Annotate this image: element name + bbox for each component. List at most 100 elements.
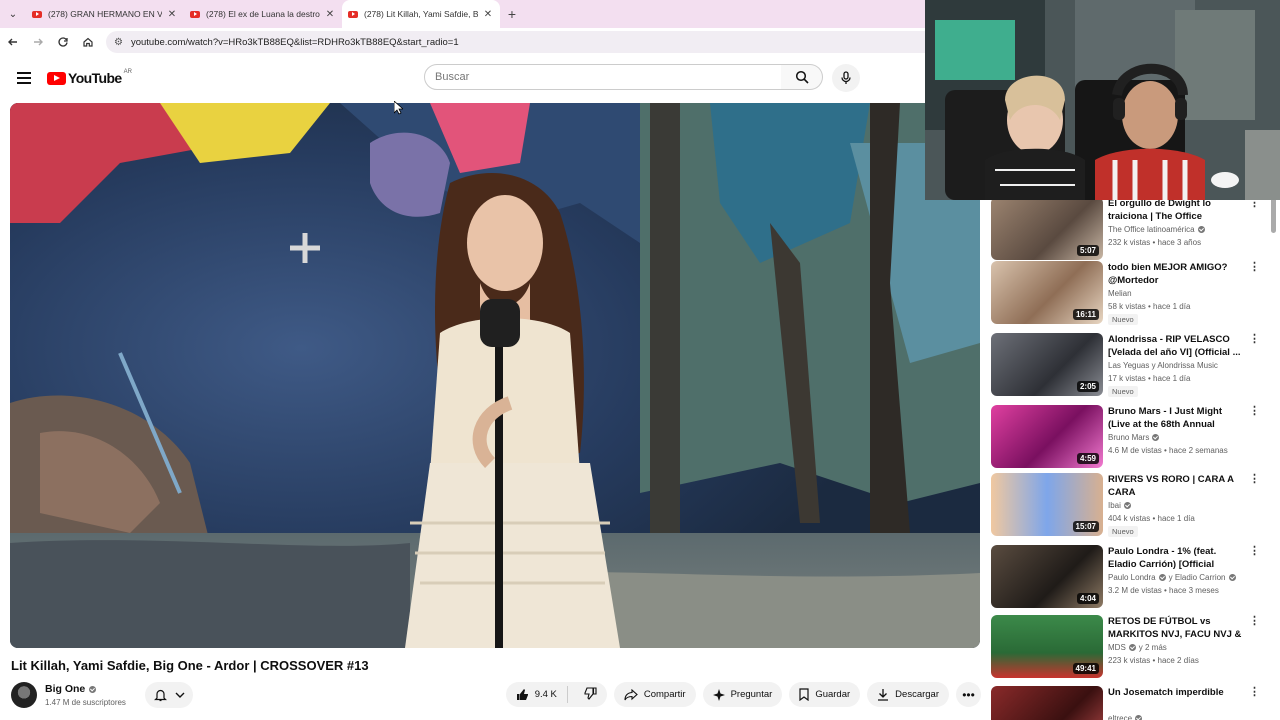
browser-tab[interactable]: (278) GRAN HERMANO EN VIVO ✕ bbox=[26, 0, 184, 28]
recommendation-title[interactable]: Paulo Londra - 1% (feat. Eladio Carrión)… bbox=[1108, 545, 1244, 571]
recommendation-item[interactable]: 16:11 todo bien MEJOR AMIGO? @Mortedor M… bbox=[991, 261, 1261, 327]
recommendation-meta: 223 k vistas • hace 2 días bbox=[1108, 656, 1199, 665]
channel-avatar[interactable] bbox=[11, 682, 37, 708]
recommendation-title[interactable]: El orgullo de Dwight lo traiciona | The … bbox=[1108, 197, 1244, 223]
video-duration: 4:04 bbox=[1076, 593, 1099, 604]
close-tab-icon[interactable]: ✕ bbox=[324, 9, 336, 20]
recommendation-item[interactable]: Un Josematch imperdible eltrece ⋮ bbox=[991, 686, 1261, 720]
channel-name[interactable]: Big One bbox=[45, 683, 85, 695]
recommendations-sidebar: 5:07 El orgullo de Dwight lo traiciona |… bbox=[991, 197, 1261, 720]
new-tab-icon[interactable]: + bbox=[500, 6, 524, 22]
more-vertical-icon[interactable]: ⋮ bbox=[1249, 545, 1260, 557]
youtube-logo[interactable]: YouTube AR bbox=[47, 69, 132, 86]
video-thumbnail[interactable]: 5:07 bbox=[991, 197, 1103, 260]
recommendation-item[interactable]: 5:07 El orgullo de Dwight lo traiciona |… bbox=[991, 197, 1261, 263]
recommendation-channel[interactable]: Las Yeguas y Alondrissa Music bbox=[1108, 361, 1218, 370]
tab-title: (278) GRAN HERMANO EN VIVO bbox=[48, 9, 162, 19]
more-horizontal-icon: ••• bbox=[962, 687, 975, 702]
video-duration: 15:07 bbox=[1072, 521, 1099, 532]
sidebar-scrollbar[interactable] bbox=[1271, 197, 1276, 233]
channel-row: Big One 1.47 M de suscriptores 9.4 K Com… bbox=[11, 680, 981, 710]
video-thumbnail[interactable]: 2:05 bbox=[991, 333, 1103, 396]
share-button[interactable]: Compartir bbox=[613, 682, 696, 707]
recommendation-item[interactable]: 2:05 Alondrissa - RIP VELASCO [Velada de… bbox=[991, 333, 1261, 399]
recommendation-channel[interactable]: MDS bbox=[1108, 643, 1126, 652]
recommendation-channel-group: MDS y 2 más bbox=[1108, 643, 1167, 652]
recommendation-title[interactable]: RETOS DE FÚTBOL vs MARKITOS NVJ, FACU NV… bbox=[1108, 615, 1244, 641]
recommendation-title[interactable]: Un Josematch imperdible bbox=[1108, 686, 1244, 699]
back-icon[interactable] bbox=[1, 30, 25, 54]
home-icon[interactable] bbox=[76, 30, 100, 54]
video-thumbnail[interactable]: 16:11 bbox=[991, 261, 1103, 324]
recommendation-meta: 3.2 M de vistas • hace 3 meses bbox=[1108, 586, 1219, 595]
video-title: Lit Killah, Yami Safdie, Big One - Ardor… bbox=[11, 658, 369, 673]
download-label: Descargar bbox=[895, 689, 939, 700]
voice-search-button[interactable] bbox=[832, 64, 860, 92]
more-vertical-icon[interactable]: ⋮ bbox=[1249, 405, 1260, 417]
recommendation-channel-group: Ibai bbox=[1108, 501, 1131, 510]
save-button[interactable]: Guardar bbox=[789, 682, 861, 707]
url-text: youtube.com/watch?v=HRo3kTB88EQ&list=RDH… bbox=[130, 36, 459, 48]
recommendation-meta: 17 k vistas • hace 1 día bbox=[1108, 374, 1191, 383]
more-vertical-icon[interactable]: ⋮ bbox=[1249, 473, 1260, 485]
video-duration: 49:41 bbox=[1072, 663, 1099, 674]
close-tab-icon[interactable]: ✕ bbox=[166, 9, 178, 20]
more-vertical-icon[interactable]: ⋮ bbox=[1249, 686, 1260, 698]
recommendation-channel[interactable]: Bruno Mars bbox=[1108, 433, 1149, 442]
verified-icon bbox=[1228, 574, 1236, 581]
ask-button[interactable]: Preguntar bbox=[702, 682, 783, 707]
video-thumbnail[interactable]: 4:04 bbox=[991, 545, 1103, 608]
recommendation-channel-secondary[interactable]: y Eladio Carrion bbox=[1169, 573, 1226, 582]
verified-icon bbox=[1152, 434, 1160, 441]
more-actions-button[interactable]: ••• bbox=[956, 682, 981, 707]
channel-name-group[interactable]: Big One bbox=[45, 683, 97, 695]
browser-tab-active[interactable]: (278) Lit Killah, Yami Safdie, Big ✕ bbox=[342, 0, 500, 28]
recommendation-channel-group: eltrece bbox=[1108, 714, 1143, 720]
recommendation-title[interactable]: Alondrissa - RIP VELASCO [Velada del año… bbox=[1108, 333, 1244, 359]
download-button[interactable]: Descargar bbox=[867, 682, 949, 707]
video-thumbnail[interactable] bbox=[991, 686, 1103, 720]
forward-icon[interactable] bbox=[26, 30, 50, 54]
more-vertical-icon[interactable]: ⋮ bbox=[1249, 615, 1260, 627]
video-thumbnail[interactable]: 15:07 bbox=[991, 473, 1103, 536]
recommendation-channel[interactable]: Melian bbox=[1108, 289, 1132, 298]
search-icon bbox=[795, 70, 809, 84]
recommendation-item[interactable]: 15:07 RIVERS VS RORO | CARA A CARA Ibai … bbox=[991, 473, 1261, 539]
recommendation-channel[interactable]: Ibai bbox=[1108, 501, 1121, 510]
recommendation-channel-secondary[interactable]: y 2 más bbox=[1139, 643, 1167, 652]
recommendation-channel[interactable]: The Office latinoamérica bbox=[1108, 225, 1195, 234]
close-tab-icon[interactable]: ✕ bbox=[482, 9, 494, 20]
recommendation-channel[interactable]: eltrece bbox=[1108, 714, 1132, 720]
recommendation-title[interactable]: Bruno Mars - I Just Might (Live at the 6… bbox=[1108, 405, 1244, 431]
search-input[interactable] bbox=[435, 71, 781, 83]
new-badge: Nuevo bbox=[1108, 526, 1138, 537]
search-button[interactable] bbox=[781, 64, 823, 90]
recommendation-title[interactable]: todo bien MEJOR AMIGO? @Mortedor bbox=[1108, 261, 1244, 287]
hamburger-menu-icon[interactable] bbox=[17, 72, 31, 84]
video-thumbnail[interactable]: 4:59 bbox=[991, 405, 1103, 468]
notifications-button[interactable] bbox=[145, 682, 193, 708]
address-bar[interactable]: ⚙ youtube.com/watch?v=HRo3kTB88EQ&list=R… bbox=[106, 31, 925, 53]
recommendation-item[interactable]: 4:04 Paulo Londra - 1% (feat. Eladio Car… bbox=[991, 545, 1261, 611]
new-badge: Nuevo bbox=[1108, 386, 1138, 397]
recommendation-channel-group: The Office latinoamérica bbox=[1108, 225, 1205, 234]
recommendation-title[interactable]: RIVERS VS RORO | CARA A CARA bbox=[1108, 473, 1244, 499]
verified-icon bbox=[1135, 715, 1143, 720]
recommendation-channel[interactable]: Paulo Londra bbox=[1108, 573, 1156, 582]
search-box[interactable] bbox=[424, 64, 782, 90]
dislike-button[interactable] bbox=[574, 686, 607, 703]
recommendation-item[interactable]: 4:59 Bruno Mars - I Just Might (Live at … bbox=[991, 405, 1261, 471]
recommendation-item[interactable]: 49:41 RETOS DE FÚTBOL vs MARKITOS NVJ, F… bbox=[991, 615, 1261, 681]
more-vertical-icon[interactable]: ⋮ bbox=[1249, 333, 1260, 345]
verified-icon bbox=[89, 685, 97, 693]
thumbs-down-icon bbox=[584, 686, 597, 700]
tab-list-icon[interactable]: ⌄ bbox=[0, 0, 26, 28]
video-thumbnail[interactable]: 49:41 bbox=[991, 615, 1103, 678]
browser-tab[interactable]: (278) El ex de Luana la destrozó ✕ bbox=[184, 0, 342, 28]
recommendation-channel-group: Las Yeguas y Alondrissa Music bbox=[1108, 361, 1218, 370]
site-info-icon[interactable]: ⚙ bbox=[114, 37, 123, 48]
reload-icon[interactable] bbox=[51, 30, 75, 54]
video-player[interactable] bbox=[10, 103, 980, 648]
like-button[interactable]: 9.4 K bbox=[506, 686, 568, 703]
more-vertical-icon[interactable]: ⋮ bbox=[1249, 261, 1260, 273]
